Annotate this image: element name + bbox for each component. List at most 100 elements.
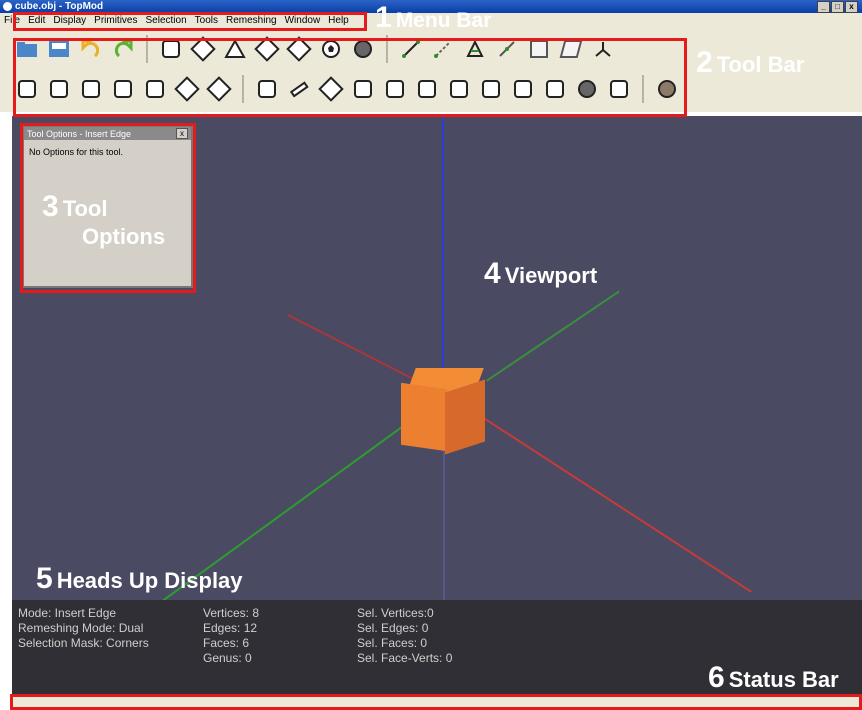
cube-icon [162,40,180,58]
cube-primitive-button[interactable] [158,36,184,62]
collapse-edge-icon [466,39,484,57]
multi-face-handle-icon [450,80,468,98]
folder-icon [17,42,37,57]
redo-button[interactable] [110,36,136,62]
menu-window[interactable]: Window [281,15,325,26]
geodesic-primitive-button[interactable] [350,36,376,62]
menu-primitives[interactable]: Primitives [90,15,141,26]
extrude-icosa-face-button[interactable] [110,76,136,102]
icosahedron-icon [286,36,312,62]
collapse-edge-tool-button[interactable] [462,36,488,62]
stellate-icon [174,76,200,102]
stellate-face-button[interactable] [174,76,200,102]
toolbar-separator [642,75,644,103]
hud-right-column: Sel. Vertices:0 Sel. Edges: 0 Sel. Faces… [357,606,452,666]
hud-remeshing-mode: Remeshing Mode: Dual [18,621,144,635]
icosahedron-primitive-button[interactable] [286,36,312,62]
create-hole-button[interactable] [254,76,280,102]
connect-faces-tool-button[interactable] [526,36,552,62]
menger-sponge-button[interactable] [478,76,504,102]
connect-face-vertices-icon [559,40,583,58]
menu-file[interactable]: File [0,15,24,26]
close-button[interactable]: x [845,1,858,13]
connect-face-vertices-tool-button[interactable] [558,36,584,62]
extrude-dodeca-face-button[interactable] [78,76,104,102]
cage-modeling-button[interactable] [606,76,632,102]
connect-faces-icon [530,40,548,58]
menu-edit[interactable]: Edit [24,15,49,26]
conical-sculpting-button[interactable] [510,76,536,102]
subdivide-edge-tool-button[interactable] [494,36,520,62]
toolbar-row-1 [14,31,616,67]
dodecahedron-primitive-button[interactable] [254,36,280,62]
sierpinsky-button[interactable] [414,76,440,102]
subdivide-edge-icon [499,41,515,57]
extrude-dodeca-icon [82,80,100,98]
annotation-tool-bar: 2 Tool Bar [696,46,805,79]
double-stellate-face-button[interactable] [206,76,232,102]
toolbar-separator [386,35,388,63]
insert-edge-tool-button[interactable] [398,36,424,62]
open-file-button[interactable] [14,36,40,62]
texture-tool-button[interactable] [654,76,680,102]
app-icon [3,2,12,11]
wireframe-sphere-icon [578,80,596,98]
octahedron-icon [190,36,216,62]
maximize-button[interactable]: □ [831,1,844,13]
menu-remeshing[interactable]: Remeshing [222,15,281,26]
rind-modeling-button[interactable] [542,76,568,102]
extrude-face-button[interactable] [14,76,40,102]
axis-y-positive [442,116,444,384]
cube-right-face [445,379,485,455]
wireframe-icon [354,80,372,98]
status-bar [12,695,862,710]
splice-corners-icon [595,42,611,57]
annotation-viewport: 4 Viewport [484,257,598,290]
hud-left-column: Mode: Insert Edge Remeshing Mode: Dual S… [18,606,149,651]
tetrahedron-primitive-button[interactable] [222,36,248,62]
hud-genus: Genus: 0 [203,651,252,665]
wireframe-button[interactable] [350,76,376,102]
multi-face-handle-button[interactable] [446,76,472,102]
hud-sel-edges: Sel. Edges: 0 [357,621,429,635]
menu-selection[interactable]: Selection [142,15,191,26]
cube-model[interactable] [401,368,487,458]
menu-display[interactable]: Display [49,15,90,26]
hud-edges: Edges: 12 [203,621,258,635]
extrude-octa-face-button[interactable] [142,76,168,102]
menu-help[interactable]: Help [324,15,353,26]
column-modeling-button[interactable] [382,76,408,102]
wireframe-sphere-button[interactable] [574,76,600,102]
hud-selection-mask: Selection Mask: Corners [18,636,149,650]
octahedron-primitive-button[interactable] [190,36,216,62]
double-stellate-icon [206,76,232,102]
soccerball-primitive-button[interactable] [318,36,344,62]
extrude-dual-face-icon [50,80,68,98]
extrude-icosa-icon [114,80,132,98]
menu-tools[interactable]: Tools [191,15,222,26]
extrude-octa-icon [146,80,164,98]
tool-options-title: Tool Options - Insert Edge [27,128,132,139]
hud-sel-vertices: Sel. Vertices:0 [357,606,434,620]
create-handle-button[interactable] [286,76,312,102]
toolbar-row-2 [14,71,680,107]
annotation-status-bar: 6 Status Bar [708,661,839,694]
dodecahedron-icon [254,36,280,62]
hud-faces: Faces: 6 [203,636,250,650]
axis-x-positive [468,408,752,593]
delete-edge-icon [434,41,451,58]
extrude-dual-face-button[interactable] [46,76,72,102]
toolbar-separator [242,75,244,103]
splice-corners-tool-button[interactable] [590,36,616,62]
toolbar-separator [146,35,148,63]
create-sculpture-button[interactable] [318,76,344,102]
tool-options-close-button[interactable]: x [176,128,188,139]
save-icon [49,41,69,57]
minimize-button[interactable]: _ [817,1,830,13]
axis-z-negative [486,290,620,382]
save-file-button[interactable] [46,36,72,62]
tool-options-message: No Options for this tool. [29,147,124,157]
extrude-face-icon [18,80,36,98]
undo-button[interactable] [78,36,104,62]
delete-edge-tool-button[interactable] [430,36,456,62]
